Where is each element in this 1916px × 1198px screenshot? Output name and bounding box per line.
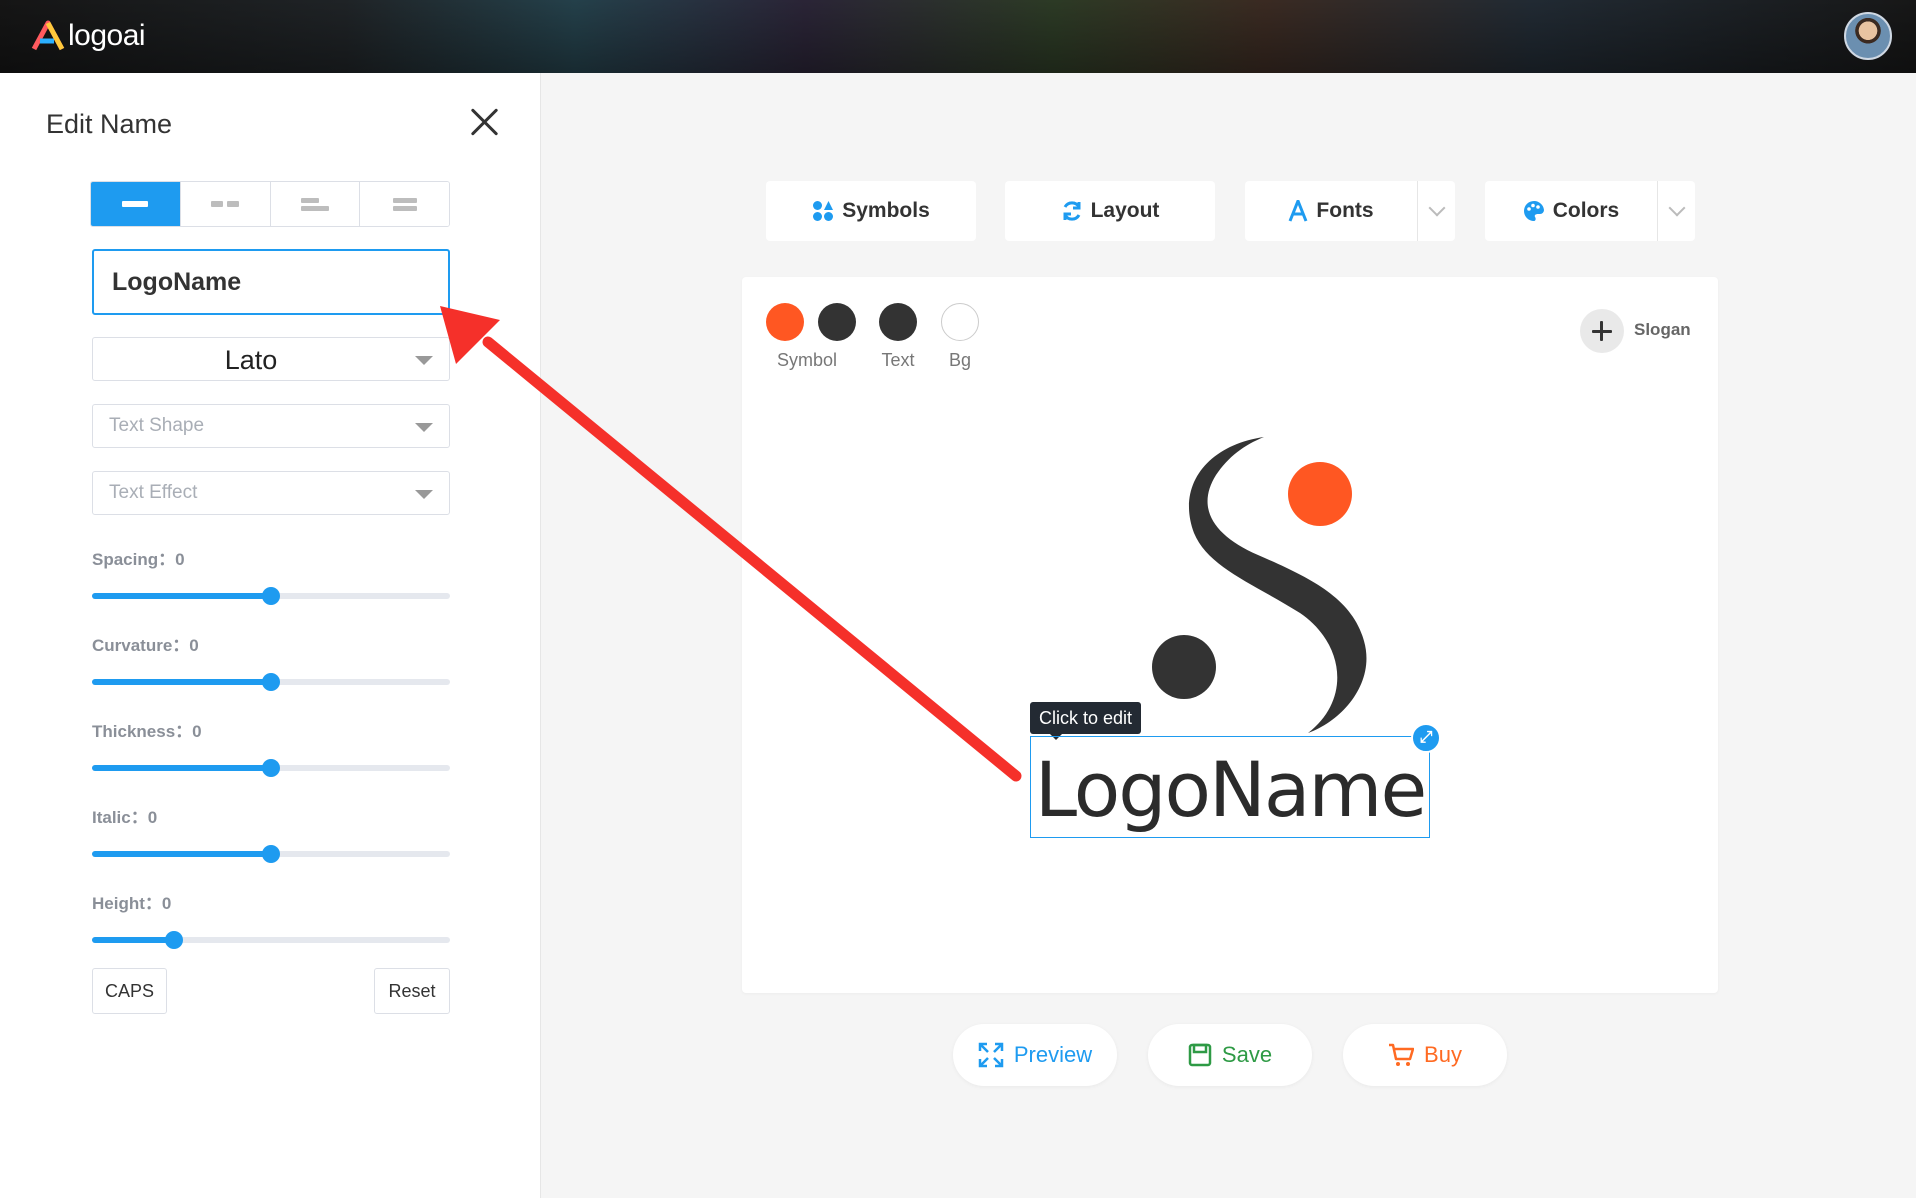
cart-icon xyxy=(1389,1043,1415,1066)
caret-down-icon xyxy=(415,356,433,365)
refresh-icon xyxy=(1063,201,1081,221)
symbols-tab[interactable]: Symbols xyxy=(766,181,976,241)
stacked-icon xyxy=(392,197,417,211)
color-swatch-label: Bg xyxy=(948,350,972,370)
panel-title: Edit Name xyxy=(46,109,173,139)
fonts-tab-label: Fonts xyxy=(1316,199,1374,222)
slider-handle[interactable] xyxy=(262,759,280,777)
color-swatch-label: Symbol xyxy=(776,350,838,370)
symbols-icon xyxy=(813,201,834,221)
brand-name: logoai xyxy=(68,19,146,52)
font-letter-icon xyxy=(1289,200,1308,222)
palette-icon xyxy=(1523,200,1544,221)
slider-handle[interactable] xyxy=(165,931,184,949)
layout-stacked-option[interactable] xyxy=(360,182,449,226)
slider-track[interactable] xyxy=(92,673,450,691)
caret-down-icon xyxy=(415,423,433,432)
preview-button[interactable]: Preview xyxy=(953,1024,1117,1086)
logo-name-text: LogoName xyxy=(1034,745,1427,834)
slider-label: Thickness：0 xyxy=(92,722,202,741)
preview-button-label: Preview xyxy=(1013,1042,1093,1067)
save-disk-icon xyxy=(1188,1043,1212,1067)
font-select[interactable]: Lato xyxy=(92,337,450,381)
slider-label: Curvature：0 xyxy=(92,636,199,655)
slider-fill xyxy=(92,593,271,599)
two-words-icon xyxy=(211,201,240,207)
color-swatch[interactable] xyxy=(941,303,979,341)
colors-tab-label: Colors xyxy=(1552,199,1620,222)
slider-track[interactable] xyxy=(92,759,450,777)
slider-handle[interactable] xyxy=(262,845,280,863)
user-avatar[interactable] xyxy=(1844,12,1892,60)
logo-name-text-box[interactable]: LogoName xyxy=(1030,736,1430,838)
brand-logo[interactable]: logoai xyxy=(30,18,146,54)
left-aligned-icon xyxy=(300,197,329,211)
buy-button[interactable]: Buy xyxy=(1343,1024,1507,1086)
color-swatch[interactable] xyxy=(818,303,856,341)
text-effect-placeholder: Text Effect xyxy=(109,482,198,503)
slider-track[interactable] xyxy=(92,931,450,949)
logoai-mark-icon xyxy=(31,20,65,51)
chevron-down-icon xyxy=(1668,199,1685,217)
slider-label: Height：0 xyxy=(92,894,172,913)
resize-icon[interactable]: ⤢ xyxy=(1411,723,1441,753)
colors-tab[interactable]: Colors xyxy=(1485,181,1695,241)
add-slogan-label[interactable]: Slogan xyxy=(1634,320,1691,340)
fonts-dropdown-toggle[interactable] xyxy=(1417,181,1455,241)
fonts-tab[interactable]: Fonts xyxy=(1245,181,1455,241)
color-swatch[interactable] xyxy=(766,303,804,341)
text-effect-select[interactable]: Text Effect xyxy=(92,471,450,515)
layout-left-aligned-option[interactable] xyxy=(270,182,361,226)
add-slogan-icon[interactable] xyxy=(1580,309,1624,353)
symbol-dot-dark xyxy=(1152,635,1216,699)
top-bar xyxy=(0,0,1916,73)
slider-fill xyxy=(92,851,271,857)
font-select-value: Lato xyxy=(224,345,278,375)
name-layout-selector xyxy=(90,181,450,227)
symbol-dot-accent xyxy=(1288,462,1352,526)
slider-handle[interactable] xyxy=(262,673,280,691)
text-shape-select[interactable]: Text Shape xyxy=(92,404,450,448)
layout-two-words-option[interactable] xyxy=(180,182,271,226)
save-button-label: Save xyxy=(1221,1042,1273,1067)
chevron-down-icon xyxy=(1428,199,1445,217)
slider-track[interactable] xyxy=(92,587,450,605)
single-line-icon xyxy=(122,201,149,207)
edit-name-panel: Edit Name Lato Text Shape Text E xyxy=(0,73,541,1198)
expand-icon xyxy=(978,1042,1004,1068)
logo-name-input[interactable] xyxy=(92,249,450,315)
symbols-tab-label: Symbols xyxy=(842,199,930,222)
layout-single-line-option[interactable] xyxy=(91,182,181,226)
click-to-edit-tooltip: Click to edit xyxy=(1030,702,1142,740)
text-shape-placeholder: Text Shape xyxy=(109,415,205,436)
reset-button[interactable]: Reset xyxy=(374,968,450,1014)
caret-down-icon xyxy=(415,490,433,499)
logo-symbol[interactable] xyxy=(1112,437,1372,747)
color-swatch[interactable] xyxy=(879,303,917,341)
slider-track[interactable] xyxy=(92,845,450,863)
caps-button[interactable]: CAPS xyxy=(92,968,167,1014)
slider-label: Spacing：0 xyxy=(92,550,185,569)
buy-button-label: Buy xyxy=(1424,1042,1462,1067)
slider-fill xyxy=(92,937,175,943)
close-icon[interactable] xyxy=(468,105,500,137)
save-button[interactable]: Save xyxy=(1148,1024,1312,1086)
layout-tab-label: Layout xyxy=(1090,199,1160,222)
slider-label: Italic：0 xyxy=(92,808,158,827)
slider-handle[interactable] xyxy=(262,587,280,605)
slider-fill xyxy=(92,765,271,771)
slider-fill xyxy=(92,679,271,685)
logo-canvas: Symbol Text Bg Slogan xyxy=(742,277,1718,993)
layout-tab[interactable]: Layout xyxy=(1005,181,1215,241)
colors-dropdown-toggle[interactable] xyxy=(1657,181,1695,241)
